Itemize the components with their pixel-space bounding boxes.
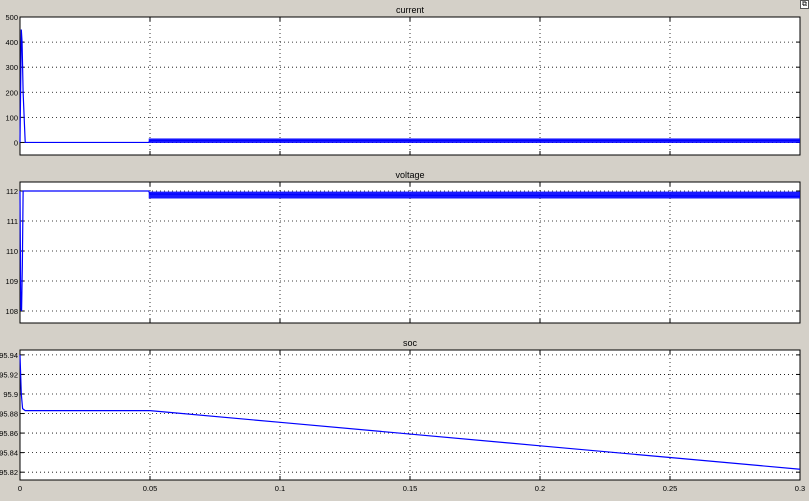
x-tick-label: 0.3 xyxy=(795,484,805,493)
y-tick-label: 95.86 xyxy=(0,429,18,438)
y-tick-label: 108 xyxy=(5,307,18,316)
chart-panel-current: 0 100 200 300 400 500 current xyxy=(5,5,801,156)
y-tick-label: 400 xyxy=(5,38,18,47)
y-tick-label: 0 xyxy=(14,138,18,147)
y-tick-label: 200 xyxy=(5,88,18,97)
y-tick-label: 95.84 xyxy=(0,449,18,458)
y-tick-label: 100 xyxy=(5,113,18,122)
chart-panel-voltage: 108 109 110 111 112 voltage xyxy=(5,170,801,324)
y-tick-label: 95.94 xyxy=(0,351,18,360)
y-tick-label: 95.9 xyxy=(3,390,18,399)
scope-figure: 0 100 200 300 400 500 current 108 109 110 111 112 vo… xyxy=(0,5,805,493)
y-tick-label: 500 xyxy=(5,13,18,22)
y-tick-label: 95.82 xyxy=(0,468,18,477)
plot-area xyxy=(19,181,801,324)
chart-title: voltage xyxy=(395,170,424,180)
x-tick-label: 0.2 xyxy=(535,484,545,493)
y-tick-label: 109 xyxy=(5,277,18,286)
chart-panel-soc: 95.82 95.84 95.86 95.88 95.9 95.92 95.94 0 0.05 0… xyxy=(0,338,805,493)
chart-title: soc xyxy=(403,338,418,348)
x-tick-label: 0.15 xyxy=(403,484,418,493)
x-tick-label: 0.25 xyxy=(663,484,678,493)
y-tick-label: 110 xyxy=(6,247,18,256)
window-restore-icon[interactable]: ⧉ xyxy=(800,0,809,9)
chart-title: current xyxy=(396,5,425,15)
y-tick-label: 112 xyxy=(6,187,18,196)
y-tick-label: 95.88 xyxy=(0,410,18,419)
y-tick-label: 300 xyxy=(5,63,18,72)
y-tick-label: 111 xyxy=(7,217,18,226)
x-tick-label: 0.05 xyxy=(143,484,158,493)
y-tick-label: 95.92 xyxy=(0,370,18,379)
x-tick-label: 0.1 xyxy=(275,484,285,493)
x-tick-label: 0 xyxy=(18,484,22,493)
